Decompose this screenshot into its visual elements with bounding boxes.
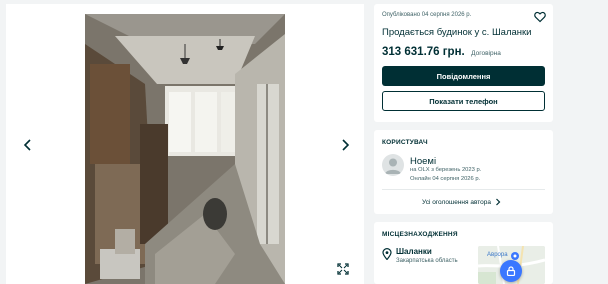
all-seller-ads-label: Усі оголошення автора	[422, 198, 491, 206]
expand-icon	[337, 263, 349, 275]
price-negotiable: Договірна	[471, 50, 501, 57]
listing-title: Продається будинок у с. Шаланки	[382, 27, 532, 38]
all-seller-ads-link[interactable]: Усі оголошення автора	[422, 198, 501, 206]
favorite-button[interactable]	[534, 10, 546, 23]
chevron-right-icon	[341, 139, 349, 151]
photo-gallery	[6, 4, 364, 284]
map-place-label: Аврора	[487, 252, 508, 258]
location-section-title: МІСЦЕЗНАХОДЖЕННЯ	[382, 231, 458, 238]
seller-card: КОРИСТУВАЧ Ноемі на OLX з березень 2023 …	[374, 130, 553, 214]
listing-page: Опубліковано 04 серпня 2026 р. Продаєтьс…	[0, 0, 608, 284]
listing-photo[interactable]	[85, 14, 285, 284]
chevron-right-icon	[496, 198, 501, 206]
fullscreen-button[interactable]	[337, 262, 349, 275]
user-avatar-icon	[385, 158, 401, 174]
gallery-next-button[interactable]	[336, 136, 354, 154]
divider	[382, 189, 545, 190]
seller-member-since: на OLX з березень 2023 р.	[410, 167, 482, 173]
floating-action-button[interactable]	[500, 260, 522, 282]
seller-last-online: Онлайн 04 серпня 2026 р.	[410, 176, 481, 182]
lock-icon	[506, 266, 516, 276]
heart-icon	[534, 11, 546, 23]
posted-date: Опубліковано 04 серпня 2026 р.	[382, 12, 472, 18]
avatar[interactable]	[382, 154, 404, 176]
location-pin-icon	[382, 247, 392, 261]
price-row: 313 631.76 грн. Договірна	[382, 42, 501, 60]
message-button[interactable]: Повідомлення	[382, 66, 545, 86]
price: 313 631.76 грн.	[382, 46, 465, 58]
listing-summary-card: Опубліковано 04 серпня 2026 р. Продаєтьс…	[374, 4, 553, 122]
location-region: Закарпатська область	[396, 258, 458, 264]
location-city: Шаланки	[396, 247, 432, 256]
chevron-left-icon	[23, 139, 31, 151]
gallery-prev-button[interactable]	[18, 136, 36, 154]
seller-section-title: КОРИСТУВАЧ	[382, 139, 428, 146]
location-card: МІСЦЕЗНАХОДЖЕННЯ Шаланки Закарпатська об…	[374, 222, 553, 284]
seller-name[interactable]: Ноемі	[410, 156, 436, 167]
show-phone-button[interactable]: Показати телефон	[382, 91, 545, 111]
